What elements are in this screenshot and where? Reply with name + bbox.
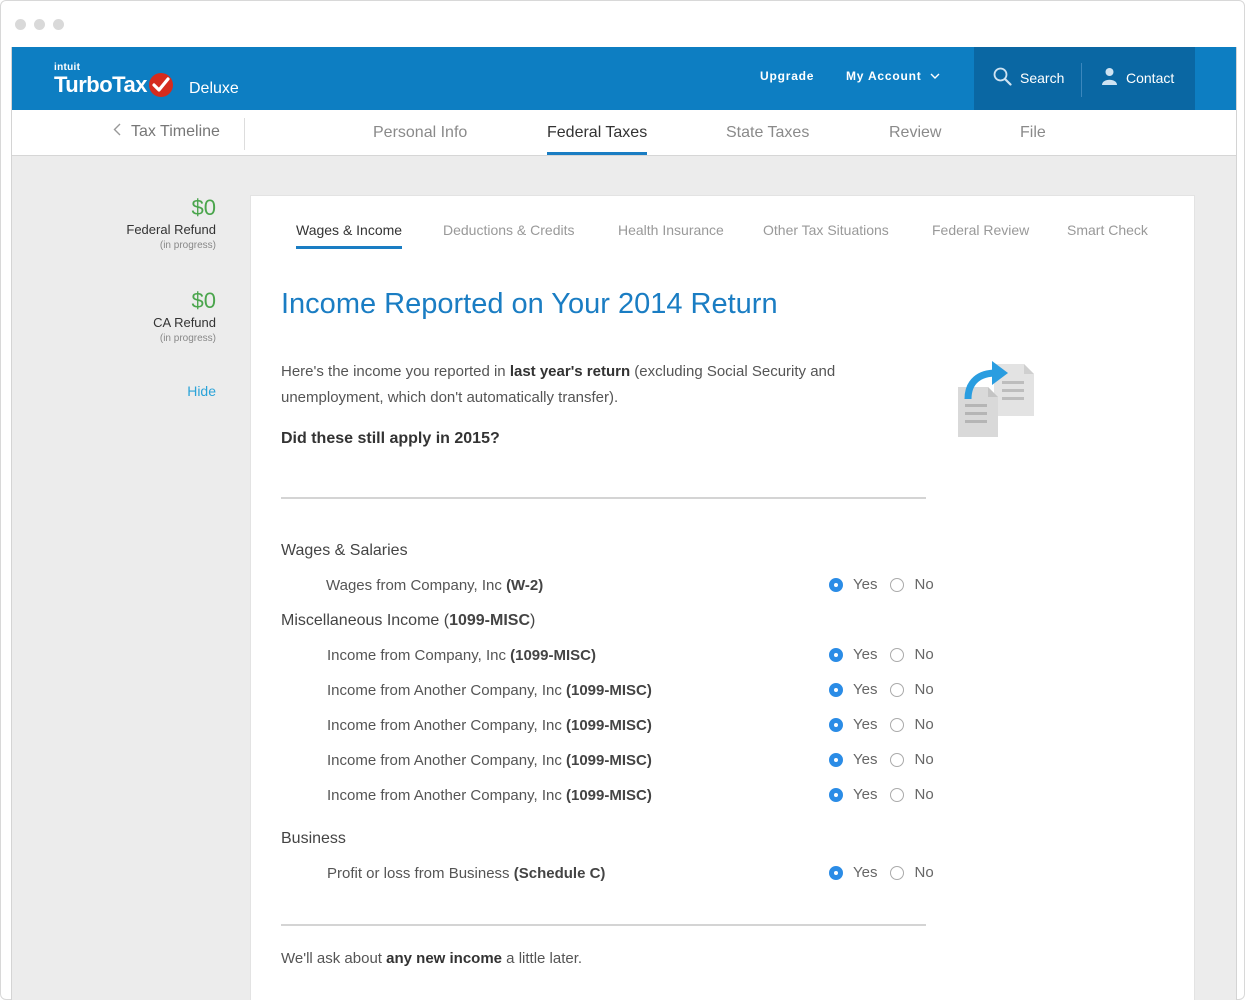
subtab-federal-review[interactable]: Federal Review bbox=[932, 222, 1029, 238]
state-refund-meter: $0 CA Refund (in progress) bbox=[153, 288, 216, 346]
my-account-menu[interactable]: My Account bbox=[846, 69, 940, 83]
no-radio[interactable] bbox=[890, 577, 905, 592]
no-radio[interactable] bbox=[890, 717, 905, 732]
content-card: Wages & Income Deductions & Credits Heal… bbox=[250, 195, 1195, 1000]
panel-divider bbox=[1081, 63, 1082, 97]
main-nav: Tax Timeline Personal Info Federal Taxes… bbox=[12, 110, 1236, 156]
answer-group: Yes No bbox=[829, 864, 934, 881]
answer-group: Yes No bbox=[829, 681, 934, 698]
transfer-documents-icon bbox=[956, 359, 1036, 444]
nav-tab-federal-taxes[interactable]: Federal Taxes bbox=[547, 124, 648, 155]
divider-top bbox=[281, 497, 926, 499]
answer-group: Yes No bbox=[829, 576, 934, 593]
no-radio[interactable] bbox=[890, 682, 905, 697]
no-radio[interactable] bbox=[890, 787, 905, 802]
window-dot-minimize[interactable] bbox=[34, 19, 45, 30]
footer-note: We'll ask about any new income a little … bbox=[281, 950, 583, 967]
yes-radio[interactable] bbox=[829, 682, 843, 697]
nav-tab-review[interactable]: Review bbox=[889, 124, 941, 142]
subtab-smart-check[interactable]: Smart Check bbox=[1067, 222, 1148, 238]
subtab-other-tax-situations[interactable]: Other Tax Situations bbox=[763, 222, 889, 238]
top-bar: intuit TurboTax Deluxe Upgrade My Accoun… bbox=[12, 47, 1236, 110]
section-miscellaneous-income: Miscellaneous Income (1099-MISC) bbox=[281, 612, 536, 629]
income-row-label: Income from Company, Inc (1099-MISC) bbox=[327, 647, 596, 664]
yes-radio[interactable] bbox=[829, 787, 843, 802]
yes-radio[interactable] bbox=[829, 717, 843, 732]
my-account-label: My Account bbox=[846, 69, 922, 83]
yes-radio[interactable] bbox=[829, 577, 843, 592]
nav-divider bbox=[244, 118, 245, 150]
nav-tab-state-taxes[interactable]: State Taxes bbox=[726, 124, 809, 142]
app-frame: intuit TurboTax Deluxe Upgrade My Accoun… bbox=[11, 47, 1237, 1000]
subtab-wages-income[interactable]: Wages & Income bbox=[296, 222, 403, 249]
nav-tab-file[interactable]: File bbox=[1020, 124, 1046, 142]
state-refund-label: CA Refund bbox=[153, 315, 216, 330]
income-row-label: Profit or loss from Business (Schedule C… bbox=[327, 865, 606, 882]
no-radio[interactable] bbox=[890, 647, 905, 662]
federal-refund-meter: $0 Federal Refund (in progress) bbox=[126, 195, 216, 253]
subtab-deductions-credits[interactable]: Deductions & Credits bbox=[443, 222, 575, 238]
window-dot-close[interactable] bbox=[15, 19, 26, 30]
federal-refund-status: (in progress) bbox=[159, 240, 216, 251]
divider-bottom bbox=[281, 924, 926, 926]
income-row-label: Income from Another Company, Inc (1099-M… bbox=[327, 682, 652, 699]
contact-label: Contact bbox=[1126, 69, 1175, 86]
section-wages-salaries: Wages & Salaries bbox=[281, 542, 408, 559]
chevron-left-icon bbox=[113, 123, 121, 141]
no-radio[interactable] bbox=[890, 752, 905, 767]
search-button[interactable]: Search bbox=[993, 67, 1064, 89]
edition-label: Deluxe bbox=[189, 80, 239, 97]
no-radio[interactable] bbox=[890, 865, 905, 880]
window-dot-zoom[interactable] bbox=[53, 19, 64, 30]
income-row-label: Wages from Company, Inc (W-2) bbox=[326, 577, 544, 594]
section-business: Business bbox=[281, 830, 346, 847]
search-label: Search bbox=[1020, 70, 1065, 86]
federal-refund-amount: $0 bbox=[191, 195, 216, 220]
chevron-down-icon bbox=[930, 69, 940, 83]
federal-refund-label: Federal Refund bbox=[126, 222, 216, 237]
checkmark-icon bbox=[148, 73, 173, 97]
yes-radio[interactable] bbox=[829, 752, 843, 767]
yes-radio[interactable] bbox=[829, 865, 843, 880]
turbotax-wordmark: TurboTax bbox=[54, 73, 173, 97]
turbotax-logo[interactable]: intuit TurboTax Deluxe bbox=[54, 63, 239, 97]
state-refund-amount: $0 bbox=[191, 288, 216, 313]
question-text: Did these still apply in 2015? bbox=[281, 430, 500, 447]
answer-group: Yes No bbox=[829, 751, 934, 768]
income-row-label: Income from Another Company, Inc (1099-M… bbox=[327, 717, 652, 734]
income-row-label: Income from Another Company, Inc (1099-M… bbox=[327, 752, 652, 769]
search-contact-panel: Search Contact bbox=[974, 47, 1195, 110]
person-icon bbox=[1101, 67, 1118, 88]
answer-group: Yes No bbox=[829, 716, 934, 733]
tax-timeline-label: Tax Timeline bbox=[131, 123, 220, 140]
answer-group: Yes No bbox=[829, 786, 934, 803]
state-refund-status: (in progress) bbox=[159, 333, 216, 344]
tax-timeline-link[interactable]: Tax Timeline bbox=[113, 123, 220, 141]
page-title: Income Reported on Your 2014 Return bbox=[281, 288, 778, 320]
intro-text: Here's the income you reported in last y… bbox=[281, 363, 836, 406]
window-controls bbox=[15, 19, 64, 30]
brand-name: TurboTax bbox=[54, 72, 147, 97]
intro-emphasis: last year's return bbox=[509, 363, 631, 380]
browser-window: intuit TurboTax Deluxe Upgrade My Accoun… bbox=[0, 0, 1245, 1000]
subtab-health-insurance[interactable]: Health Insurance bbox=[618, 222, 724, 238]
search-icon bbox=[993, 67, 1012, 89]
upgrade-link[interactable]: Upgrade bbox=[760, 69, 814, 83]
income-row-label: Income from Another Company, Inc (1099-M… bbox=[327, 787, 652, 804]
contact-button[interactable]: Contact bbox=[1101, 67, 1174, 88]
hide-refunds-link[interactable]: Hide bbox=[187, 383, 216, 399]
nav-tab-personal-info[interactable]: Personal Info bbox=[373, 124, 467, 142]
answer-group: Yes No bbox=[829, 646, 934, 663]
yes-radio[interactable] bbox=[829, 647, 843, 662]
footer-emphasis: any new income bbox=[386, 950, 503, 967]
